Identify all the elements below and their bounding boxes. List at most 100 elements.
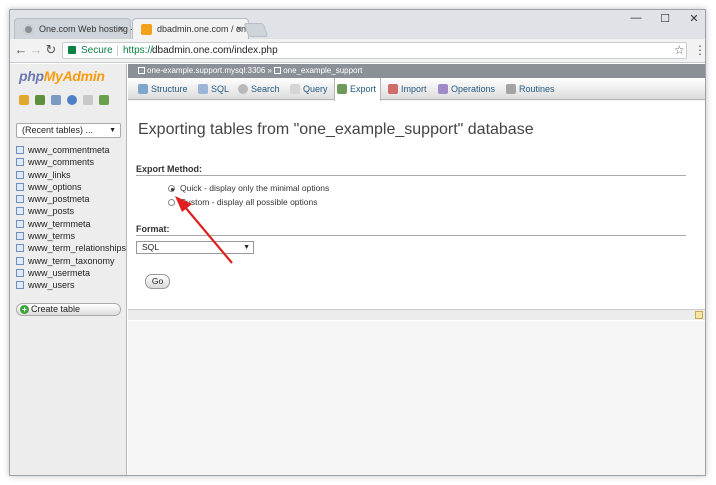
- table-list-item[interactable]: www_users: [16, 279, 126, 291]
- table-name: www_options: [28, 181, 82, 192]
- logout-icon[interactable]: [35, 95, 46, 105]
- quick-option-label: Quick - display only the minimal options: [180, 183, 330, 193]
- minimize-icon[interactable]: —: [622, 12, 650, 24]
- bookmark-star-icon[interactable]: ☆: [674, 43, 685, 57]
- query-window-icon[interactable]: [51, 95, 62, 105]
- radio-unselected[interactable]: [168, 199, 175, 206]
- table-name: www_usermeta: [28, 267, 91, 278]
- phpmyadmin-favicon-icon: [141, 24, 152, 35]
- tab-sql[interactable]: SQL: [196, 78, 229, 100]
- export-method-heading: Export Method:: [136, 164, 686, 176]
- docs-icon[interactable]: [67, 95, 78, 105]
- table-name: www_posts: [28, 206, 75, 217]
- table-name: www_postmeta: [28, 194, 90, 205]
- tab-label: Query: [303, 84, 328, 94]
- database-icon: [274, 67, 282, 74]
- navigation-panel: phpMyAdmin (Recent tables) ... ▼ www_com…: [10, 64, 127, 475]
- radio-selected[interactable]: [168, 185, 175, 192]
- address-bar[interactable]: Secure https:// dbadmin.one.com/index.ph…: [62, 42, 687, 59]
- forward-arrow-icon[interactable]: →: [29, 42, 43, 58]
- import-icon: [388, 84, 398, 94]
- table-list-item[interactable]: www_termmeta: [16, 218, 126, 230]
- console-bar: [128, 309, 705, 320]
- reload-nav-icon[interactable]: [99, 95, 110, 105]
- table-list-item[interactable]: www_posts: [16, 205, 126, 217]
- server-icon: [138, 67, 145, 74]
- back-arrow-icon[interactable]: ←: [14, 42, 28, 58]
- tab-routines[interactable]: Routines: [504, 78, 555, 100]
- table-list: www_commentmeta www_comments www_links w…: [16, 144, 126, 292]
- recent-tables-select[interactable]: (Recent tables) ... ▼: [16, 123, 121, 138]
- table-icon: [16, 146, 24, 154]
- divider: [117, 45, 118, 56]
- close-tab-icon[interactable]: ×: [118, 19, 124, 40]
- table-list-item[interactable]: www_commentmeta: [16, 144, 126, 156]
- close-window-icon[interactable]: ✕: [680, 12, 705, 25]
- table-icon: [16, 182, 24, 191]
- custom-option-label: Custom - display all possible options: [180, 197, 318, 207]
- table-icon: [16, 158, 24, 167]
- browser-tab-dbadmin[interactable]: dbadmin.one.com / one ×: [132, 18, 251, 40]
- custom-option[interactable]: Custom - display all possible options: [168, 197, 317, 207]
- table-list-item[interactable]: www_term_relationships: [16, 242, 126, 254]
- breadcrumb-server[interactable]: one-example.support.mysql:3306: [147, 66, 265, 75]
- query-icon: [290, 84, 300, 94]
- tab-label: Import: [401, 84, 427, 94]
- home-icon[interactable]: [19, 95, 29, 105]
- new-tab-button[interactable]: [243, 23, 269, 37]
- table-icon: [16, 232, 24, 241]
- table-list-item[interactable]: www_terms: [16, 230, 126, 242]
- table-name: www_links: [28, 169, 71, 180]
- breadcrumb: one-example.support.mysql:3306 » one_exa…: [128, 64, 705, 78]
- table-icon: [16, 195, 24, 204]
- format-select[interactable]: SQL ▼: [136, 241, 254, 254]
- breadcrumb-database[interactable]: one_example_support: [283, 66, 362, 75]
- chevron-down-icon: ▼: [243, 244, 250, 251]
- phpmyadmin-logo[interactable]: phpMyAdmin: [19, 68, 105, 84]
- create-table-button[interactable]: + Create table: [16, 303, 121, 316]
- quick-option[interactable]: Quick - display only the minimal options: [168, 183, 329, 193]
- tab-label: Operations: [451, 84, 496, 94]
- table-list-item[interactable]: www_options: [16, 181, 126, 193]
- table-name: www_terms: [28, 231, 76, 242]
- breadcrumb-separator: »: [267, 66, 272, 75]
- table-list-item[interactable]: www_usermeta: [16, 267, 126, 279]
- browser-tab-strip: One.com Web hosting - × dbadmin.one.com …: [10, 10, 705, 39]
- reload-icon[interactable]: ↻: [44, 42, 58, 58]
- browser-menu-icon[interactable]: ⋮: [694, 43, 705, 57]
- database-tabs: Structure SQL Search Query Export Import…: [128, 78, 705, 101]
- page-title: Exporting tables from "one_example_suppo…: [138, 121, 534, 138]
- url-text: dbadmin.one.com/index.php: [152, 45, 278, 56]
- browser-tab-onecom[interactable]: One.com Web hosting - ×: [14, 18, 133, 40]
- table-name: www_termmeta: [28, 218, 91, 229]
- structure-icon: [138, 84, 148, 94]
- table-icon: [16, 244, 24, 253]
- chevron-down-icon: ▼: [109, 127, 116, 134]
- routines-icon: [506, 84, 516, 94]
- browser-toolbar: ← → ↻ Secure https:// dbadmin.one.com/in…: [10, 39, 705, 63]
- create-table-label: Create table: [31, 304, 81, 314]
- lock-icon: [68, 46, 76, 54]
- page-content: phpMyAdmin (Recent tables) ... ▼ www_com…: [10, 64, 705, 475]
- tab-import[interactable]: Import: [386, 78, 427, 100]
- url-scheme: https://: [123, 45, 154, 56]
- tab-structure[interactable]: Structure: [136, 78, 188, 100]
- table-list-item[interactable]: www_comments: [16, 156, 126, 168]
- tab-search[interactable]: Search: [236, 78, 280, 100]
- maximize-icon[interactable]: ☐: [651, 12, 679, 25]
- wrench-icon: [438, 84, 448, 94]
- table-icon: [16, 170, 24, 179]
- recent-tables-value: (Recent tables) ...: [22, 125, 94, 135]
- console-icon[interactable]: [695, 311, 703, 319]
- table-list-item[interactable]: www_term_taxonomy: [16, 255, 126, 267]
- tab-label: Export: [350, 84, 377, 94]
- tab-query[interactable]: Query: [288, 78, 328, 100]
- sql-docs-icon[interactable]: [83, 95, 94, 105]
- tab-operations[interactable]: Operations: [436, 78, 495, 100]
- go-button[interactable]: Go: [145, 274, 170, 289]
- tab-export[interactable]: Export: [334, 78, 381, 101]
- close-tab-icon[interactable]: ×: [236, 19, 242, 40]
- table-list-item[interactable]: www_links: [16, 169, 126, 181]
- export-icon: [337, 84, 347, 94]
- table-list-item[interactable]: www_postmeta: [16, 193, 126, 205]
